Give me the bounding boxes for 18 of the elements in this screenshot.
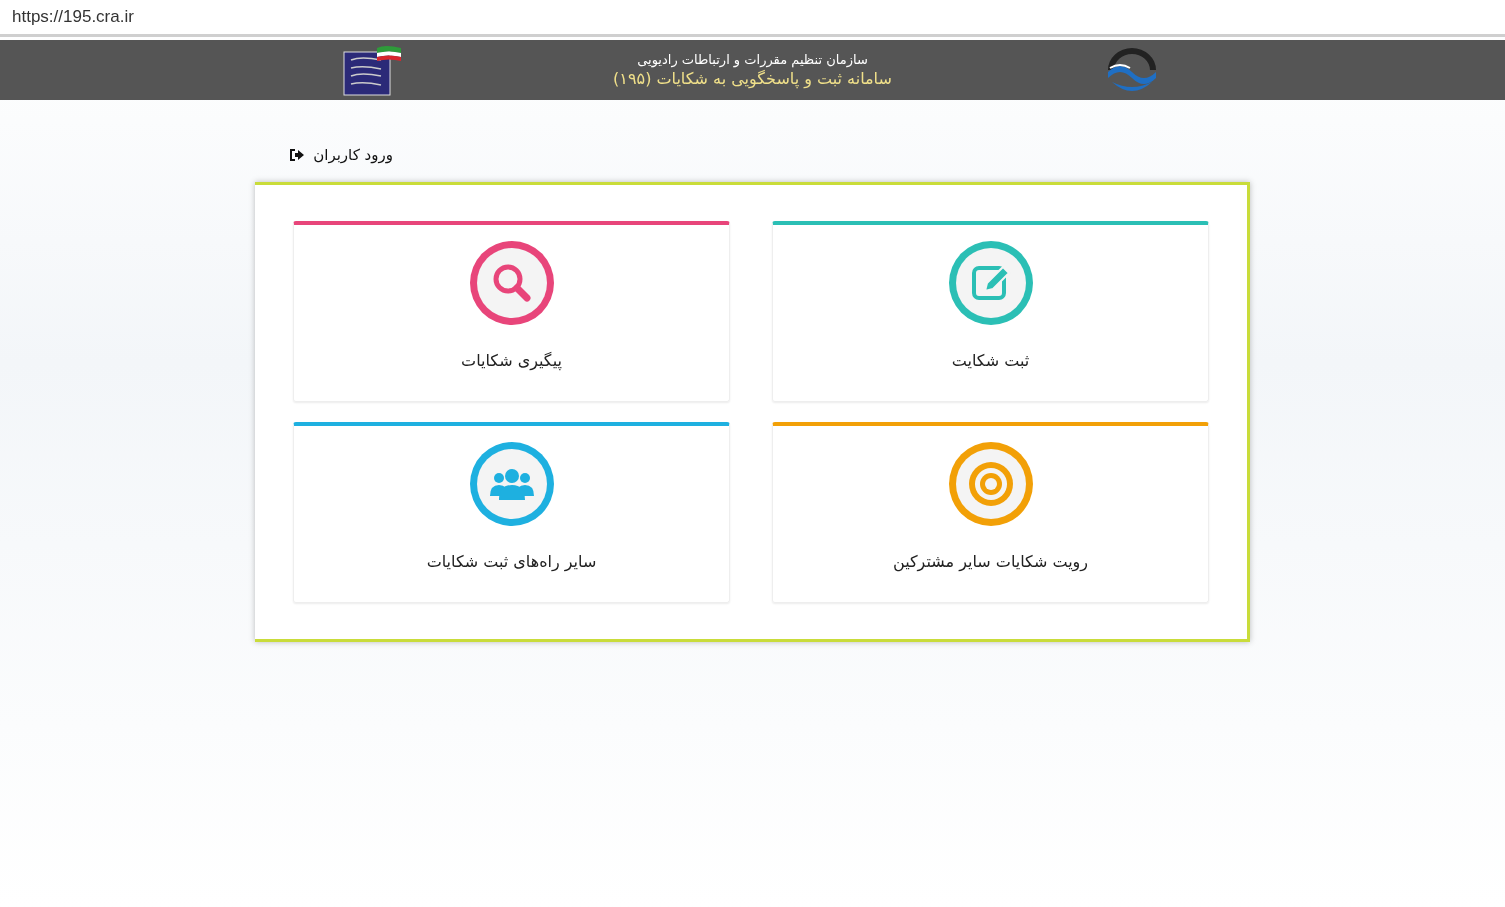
emblem-icon bbox=[342, 44, 403, 96]
tile-label: سایر راه‌های ثبت شکایات bbox=[426, 552, 597, 571]
system-title: سامانه ثبت و پاسخگویی به شکایات (۱۹۵) bbox=[613, 69, 892, 88]
login-link[interactable]: ورود کاربران bbox=[313, 146, 393, 164]
login-icon bbox=[289, 148, 306, 162]
tile-label: ثبت شکایت bbox=[951, 351, 1030, 370]
url-text[interactable]: https://195.cra.ir bbox=[12, 7, 134, 27]
people-icon bbox=[467, 440, 556, 528]
tile-label: پیگیری شکایات bbox=[461, 351, 562, 370]
service-tile[interactable]: سایر راه‌های ثبت شکایات bbox=[293, 422, 730, 603]
organization-name: سازمان تنظیم مقررات و ارتباطات رادیویی bbox=[636, 52, 869, 67]
target-icon bbox=[946, 440, 1035, 528]
edit-icon bbox=[946, 239, 1035, 327]
service-tile[interactable]: پیگیری شکایات bbox=[293, 221, 730, 402]
search-icon bbox=[467, 239, 556, 327]
tile-label: رویت شکایات سایر مشترکین bbox=[892, 552, 1089, 571]
service-tile[interactable]: ثبت شکایت bbox=[772, 221, 1209, 402]
service-tile[interactable]: رویت شکایات سایر مشترکین bbox=[772, 422, 1209, 603]
